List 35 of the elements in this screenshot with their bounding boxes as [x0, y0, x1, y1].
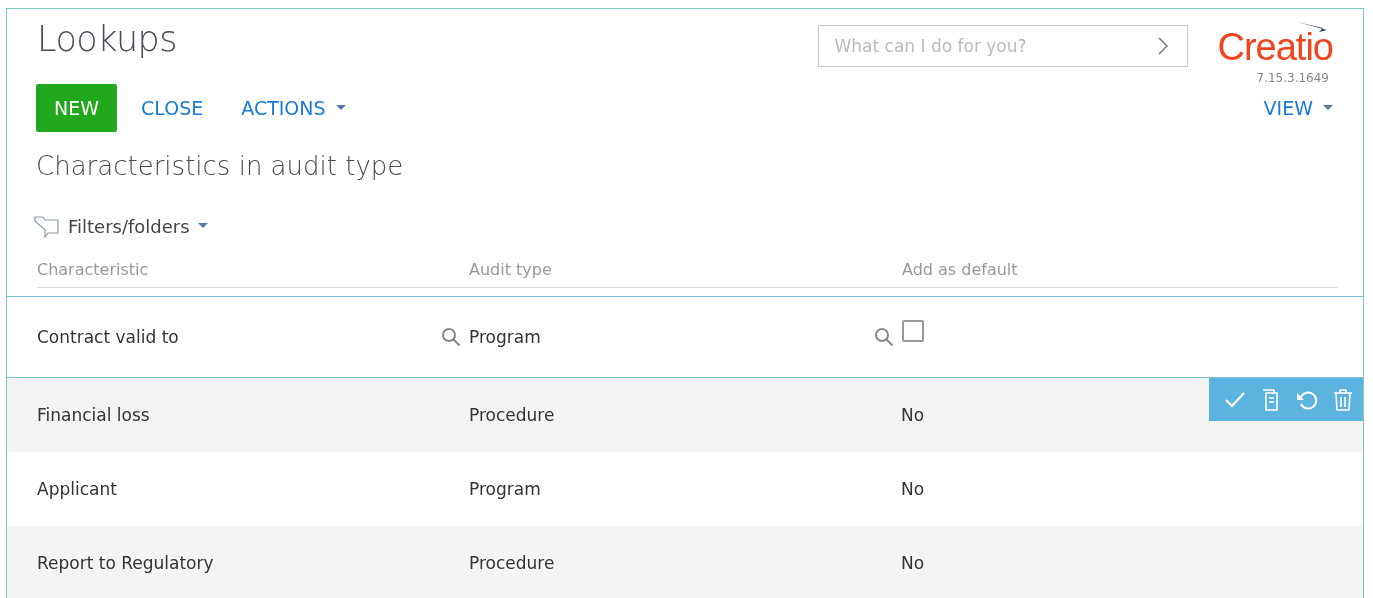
page-title: Lookups: [37, 19, 178, 61]
caret-icon: [197, 223, 208, 229]
lookup-value: Contract valid to: [37, 327, 179, 347]
table-cell: No: [901, 553, 925, 573]
search-icon: [441, 327, 461, 347]
table-cell: Procedure: [469, 405, 555, 425]
column-header[interactable]: Characteristic: [37, 259, 149, 279]
caret-icon: [1323, 105, 1333, 111]
column-header[interactable]: Add as default: [902, 259, 1018, 279]
close-button[interactable]: CLOSE: [127, 84, 218, 132]
trash-icon: [1331, 387, 1355, 412]
logo: Creatio: [1217, 29, 1333, 65]
section-title: Characteristics in audit type: [35, 150, 405, 183]
table-cell: Program: [469, 479, 541, 499]
table-row[interactable]: Financial loss Procedure No: [7, 378, 1363, 452]
chevron-icon: [1157, 37, 1168, 55]
column-header[interactable]: Audit type: [469, 259, 552, 279]
table-cell: No: [901, 479, 925, 499]
table-cell: Report to Regulatory: [37, 553, 214, 573]
version-number: 7.15.3.1649: [1256, 71, 1329, 85]
table-cell: Procedure: [469, 553, 555, 573]
filter-folder-icon: [34, 213, 60, 239]
checkbox[interactable]: [902, 320, 924, 342]
lookup-value: Program: [469, 327, 541, 347]
filters-button[interactable]: Filters/folders: [34, 209, 208, 243]
search-icon: [874, 327, 894, 347]
table-cell: No: [901, 405, 925, 425]
search-field[interactable]: What can I do for you?: [817, 25, 1188, 67]
new-button[interactable]: NEW: [36, 84, 117, 132]
table-cell: Applicant: [37, 479, 117, 499]
view-button[interactable]: VIEW: [1253, 84, 1333, 132]
table-row[interactable]: Report to Regulatory Procedure No: [7, 526, 1363, 598]
caret-icon: [335, 105, 346, 111]
actions-button[interactable]: ACTIONS: [227, 84, 360, 132]
table-cell: Financial loss: [37, 405, 150, 425]
